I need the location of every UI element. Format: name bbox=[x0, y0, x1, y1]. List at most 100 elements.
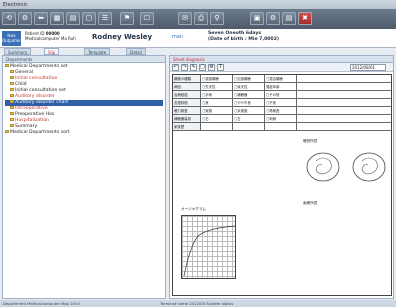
menu-button[interactable]: ☰ bbox=[98, 12, 112, 25]
form-checkbox[interactable]: □補聴器 bbox=[233, 91, 265, 98]
tree-item-label: Initial consultation set bbox=[15, 88, 66, 93]
form-rows: 難聴の種類 □感音難聴 □伝音難聴 □混合難聴 病因 □先天性 □後天性 発症年齢 治療経過 □手… bbox=[173, 75, 391, 131]
patient-age-line2: (Date of birth : Mie 7,0002) bbox=[208, 37, 279, 42]
tree-item-label: Medical Departments set bbox=[10, 64, 68, 69]
patient-id-block: Patient ID 00000 Medicalcomputer Ma Ruh bbox=[25, 31, 76, 41]
panel-button[interactable]: ▣ bbox=[250, 12, 264, 25]
folder-icon bbox=[5, 64, 9, 67]
status-left: Department Medicalcomputer May 2010 bbox=[3, 301, 80, 306]
form-checkbox[interactable]: □伝音難聴 bbox=[233, 75, 265, 82]
text-icon[interactable]: T bbox=[217, 64, 224, 71]
main-toolbar: ⟲ ⚙ ⬅ ▦ ▤ ▢ ☰ ⚑ ☐ ✉ ⎙ ⚲ ▣ ⚙ ▤ ✖ bbox=[0, 9, 396, 29]
ear-diagram bbox=[306, 152, 386, 182]
settings-button[interactable]: ⚙ bbox=[18, 12, 32, 25]
print-button[interactable]: ⎙ bbox=[194, 12, 208, 25]
folder-icon bbox=[10, 94, 14, 97]
form-checkbox[interactable]: □実施 bbox=[201, 107, 233, 114]
window-button[interactable]: ▢ bbox=[82, 12, 96, 25]
date-picker[interactable]: 2012/08/01 bbox=[350, 64, 386, 71]
form-row: 聴力検査 □実施 □未実施 □再検査 bbox=[173, 107, 391, 115]
right-cochlea bbox=[361, 157, 378, 175]
tab-detail[interactable]: Detail bbox=[126, 48, 146, 55]
form-row: 家族歴 bbox=[173, 123, 391, 131]
form-row: 治療経過 □手術 □補聴器 □その他 bbox=[173, 91, 391, 99]
folder-icon bbox=[10, 124, 14, 127]
tree-item-label: Hospitalization bbox=[15, 118, 50, 123]
tree-item-label: Summary bbox=[15, 124, 38, 129]
form-row-label: 聴力検査 bbox=[173, 107, 201, 114]
view-button[interactable]: ▤ bbox=[282, 12, 296, 25]
form-checkbox[interactable]: □後天性 bbox=[233, 83, 265, 90]
form-row: 言語評価 □良 □やや不良 □不良 bbox=[173, 99, 391, 107]
grid-button[interactable]: ▦ bbox=[50, 12, 64, 25]
folder-icon bbox=[10, 118, 14, 121]
search-button[interactable]: ⚲ bbox=[210, 12, 224, 25]
tree-item-label: Initial consultation bbox=[15, 76, 58, 81]
sheet-title: Sheet diagnosis bbox=[170, 56, 393, 63]
form-checkbox[interactable]: □両側 bbox=[265, 115, 297, 122]
form-checkbox[interactable] bbox=[201, 123, 233, 130]
list-button[interactable]: ▤ bbox=[66, 12, 80, 25]
back-button[interactable]: ⬅ bbox=[34, 12, 48, 25]
app-window: Electronic ⟲ ⚙ ⬅ ▦ ▤ ▢ ☰ ⚑ ☐ ✉ ⎙ ⚲ ▣ ⚙ ▤… bbox=[0, 0, 396, 307]
folder-icon bbox=[10, 88, 14, 91]
tree-item-label: Medical Departments sort bbox=[10, 130, 70, 135]
form-checkbox[interactable]: □手術 bbox=[201, 91, 233, 98]
tree-item-label: Auditory disorder bbox=[15, 94, 55, 99]
shape-icon[interactable]: ▢ bbox=[199, 64, 206, 71]
form-checkbox[interactable]: □良 bbox=[201, 99, 233, 106]
form-row-label: 家族歴 bbox=[173, 123, 201, 130]
folder-icon bbox=[10, 100, 14, 103]
form-checkbox[interactable]: □右 bbox=[201, 115, 233, 122]
pen-icon[interactable]: ✎ bbox=[190, 64, 197, 71]
editor-toolbar: ↶ ↷ ✎ ▢ ⚙ T 2012/08/01 bbox=[170, 63, 393, 72]
tree-item-label: Preoperative Hos bbox=[15, 112, 55, 117]
form-checkbox[interactable]: □先天性 bbox=[201, 83, 233, 90]
reload-button[interactable]: ⟲ bbox=[2, 12, 16, 25]
audiogram-label: オージオグラム bbox=[181, 207, 206, 211]
form-checkbox[interactable]: □混合難聴 bbox=[265, 75, 297, 82]
form-checkbox[interactable]: □やや不良 bbox=[233, 99, 265, 106]
status-right: Terminal name 2012/05 System status bbox=[160, 301, 234, 306]
form-checkbox[interactable]: □不良 bbox=[265, 99, 297, 106]
flag-button[interactable]: ⚑ bbox=[120, 12, 134, 25]
patient-name: Rodney Wesley bbox=[92, 33, 153, 41]
badge-line2: Outpatient bbox=[2, 38, 24, 43]
right-label-a: 聴覚所見 bbox=[303, 139, 318, 143]
form-checkbox[interactable]: 発症年齢 bbox=[265, 83, 297, 90]
tab-slip[interactable]: Slip bbox=[44, 48, 60, 55]
patient-sex: man bbox=[172, 34, 184, 40]
patient-kana: Medicalcomputer Ma Ruh bbox=[25, 36, 76, 41]
form-row: 病因 □先天性 □後天性 発症年齢 bbox=[173, 83, 391, 91]
tool-settings-icon[interactable]: ⚙ bbox=[208, 64, 215, 71]
visit-badge: Ikea Outpatient bbox=[2, 31, 24, 46]
form-checkbox[interactable]: □未実施 bbox=[233, 107, 265, 114]
form-checkbox[interactable]: □感音難聴 bbox=[201, 75, 233, 82]
config-button[interactable]: ⚙ bbox=[266, 12, 280, 25]
patient-header: Ikea Outpatient Patient ID 00000 Medical… bbox=[0, 29, 396, 48]
template-tree-panel: Departments Medical Departments set Gener… bbox=[2, 55, 166, 299]
tab-template[interactable]: Template bbox=[84, 48, 111, 55]
patient-age: Seven Oneoth 6days (Date of birth : Mie … bbox=[208, 31, 279, 43]
form-row-label: 病因 bbox=[173, 83, 201, 90]
form-checkbox[interactable]: □その他 bbox=[265, 91, 297, 98]
form-checkbox[interactable] bbox=[233, 123, 265, 130]
form-checkbox[interactable] bbox=[265, 123, 297, 130]
form-row-label: 治療経過 bbox=[173, 91, 201, 98]
tree-item[interactable]: Medical Departments sort bbox=[5, 130, 163, 136]
redo-icon[interactable]: ↷ bbox=[181, 64, 188, 71]
mail-button[interactable]: ✉ bbox=[178, 12, 192, 25]
undo-icon[interactable]: ↶ bbox=[172, 64, 179, 71]
frame-button[interactable]: ☐ bbox=[140, 12, 154, 25]
tab-summary[interactable]: Summary bbox=[4, 48, 32, 55]
form-checkbox[interactable]: □再検査 bbox=[265, 107, 297, 114]
form-row-label: 難聴の種類 bbox=[173, 75, 201, 82]
hearing-form: 難聴の種類 □感音難聴 □伝音難聴 □混合難聴 病因 □先天性 □後天性 発症年齢 治療経過 □手… bbox=[172, 74, 392, 296]
status-bar: Department Medicalcomputer May 2010 Term… bbox=[0, 300, 396, 307]
left-cochlea bbox=[315, 157, 332, 175]
folder-icon bbox=[10, 76, 14, 79]
form-checkbox[interactable]: □左 bbox=[233, 115, 265, 122]
folder-icon bbox=[10, 112, 14, 115]
tree-item-label: General bbox=[15, 70, 34, 75]
close-button[interactable]: ✖ bbox=[298, 12, 312, 25]
